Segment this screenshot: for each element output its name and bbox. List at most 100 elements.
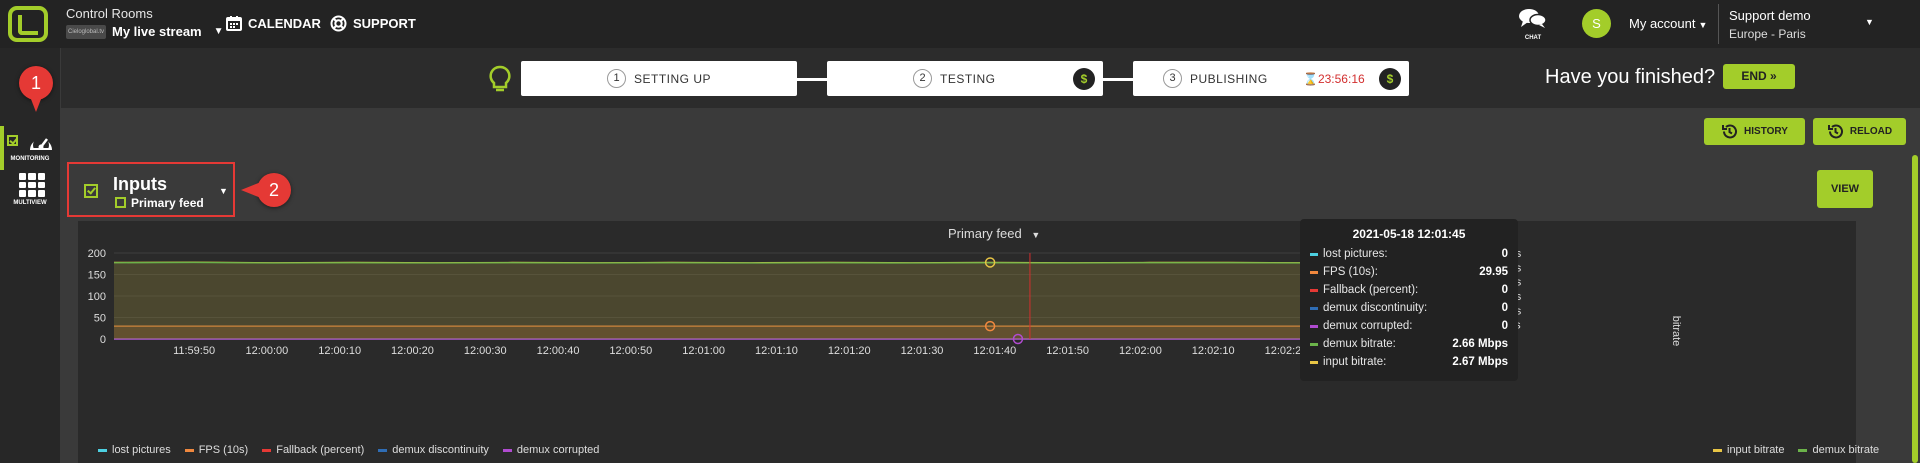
legend-label: demux corrupted: [516, 444, 600, 456]
step-connector: [1101, 78, 1133, 81]
feed-chart[interactable]: 2001501005003.0 Mbps2.5 Mbps2.0 Mbps1.5 …: [78, 221, 1856, 463]
chat-label: CHAT: [1524, 35, 1542, 41]
top-bar: Control Rooms Cieloglobal.tv My live str…: [0, 0, 1920, 48]
chevron-down-icon: ▼: [219, 186, 228, 196]
inputs-title: Inputs: [113, 174, 167, 194]
tooltip-value: 0: [1501, 302, 1508, 314]
step-connector: [796, 78, 828, 81]
legend-label: input bitrate: [1727, 444, 1785, 456]
view-button[interactable]: VIEW: [1817, 170, 1873, 208]
tooltip-row: lost pictures: 0: [1310, 245, 1508, 263]
legend-swatch: [262, 448, 272, 452]
tooltip-row: Fallback (percent): 0: [1310, 281, 1508, 299]
legend-swatch: [1310, 324, 1318, 328]
history-icon: [1722, 124, 1738, 139]
steps-bar: 1 SETTING UP 2 TESTING $ 3 PUBLISHING ⌛2…: [61, 48, 1920, 108]
grid-icon: [19, 173, 45, 197]
tooltip-row: demux discontinuity: 0: [1310, 299, 1508, 317]
chevrons-right-icon: »: [1770, 69, 1777, 83]
lightbulb-icon[interactable]: [485, 64, 515, 94]
rail-item-monitoring[interactable]: MONITORING: [0, 126, 60, 170]
tooltip-label: lost pictures:: [1323, 248, 1388, 260]
step-number: 3: [1163, 69, 1182, 88]
legend-swatch: [1310, 252, 1318, 256]
x-tick-label: 12:00:50: [609, 345, 652, 357]
history-label: HISTORY: [1744, 126, 1788, 137]
legend-swatch: [1798, 448, 1808, 452]
history-button[interactable]: HISTORY: [1704, 118, 1805, 145]
y-left-tick-label: 150: [88, 270, 106, 282]
checkbox-icon: [115, 197, 126, 208]
reload-icon: [1827, 124, 1843, 139]
x-tick-label: 12:01:30: [901, 345, 944, 357]
legend-swatch: [1310, 270, 1318, 274]
legend-label: FPS (10s): [198, 444, 249, 456]
legend-item[interactable]: demux discontinuity: [378, 444, 489, 456]
chevron-down-icon[interactable]: ▼: [1865, 17, 1874, 27]
end-label: END: [1741, 69, 1767, 83]
x-tick-label: 11:59:50: [173, 345, 215, 357]
legend-item[interactable]: FPS (10s): [184, 444, 249, 456]
divider: [1718, 4, 1719, 44]
legend-swatch: [184, 448, 194, 452]
x-tick-label: 12:00:40: [537, 345, 580, 357]
tooltip-value: 29.95: [1479, 266, 1508, 278]
x-tick-label: 12:00:00: [245, 345, 288, 357]
annotation-marker-1: 1: [19, 66, 53, 112]
x-tick-label: 12:01:40: [973, 345, 1016, 357]
tooltip-label: input bitrate:: [1323, 356, 1387, 368]
legend-item[interactable]: lost pictures: [98, 444, 171, 456]
nav-support[interactable]: SUPPORT: [330, 15, 416, 32]
calendar-icon: [226, 16, 242, 31]
nav-calendar[interactable]: CALENDAR: [226, 15, 321, 31]
x-tick-label: 12:00:10: [318, 345, 361, 357]
legend-item[interactable]: demux corrupted: [502, 444, 600, 456]
step-number: 1: [607, 69, 626, 88]
chart-panel: 2001501005003.0 Mbps2.5 Mbps2.0 Mbps1.5 …: [78, 221, 1856, 463]
step-label: TESTING: [940, 71, 996, 86]
dollar-icon: $: [1073, 68, 1095, 90]
account-menu[interactable]: My account ▼: [1629, 16, 1707, 31]
chat-icon: [1519, 9, 1547, 28]
legend-item[interactable]: demux bitrate: [1798, 444, 1879, 456]
y-left-tick-label: 100: [88, 291, 106, 303]
rail-item-multiview[interactable]: MULTIVIEW: [0, 172, 60, 216]
tooltip-value: 0: [1501, 248, 1508, 260]
step-label: PUBLISHING: [1190, 71, 1268, 86]
legend-swatch: [502, 448, 512, 452]
y-left-tick-label: 0: [100, 334, 106, 346]
hourglass-icon: ⌛: [1303, 72, 1318, 86]
tooltip-value: 0: [1501, 284, 1508, 296]
x-tick-label: 12:02:10: [1192, 345, 1235, 357]
chevron-down-icon: ▼: [213, 26, 224, 37]
legend-right: input bitrate demux bitrate: [1713, 444, 1879, 456]
nav-support-label: SUPPORT: [353, 16, 416, 31]
avatar[interactable]: S: [1582, 9, 1611, 38]
legend-swatch: [1310, 342, 1318, 346]
end-button[interactable]: END »: [1723, 64, 1795, 89]
step-testing[interactable]: 2 TESTING $: [827, 61, 1103, 96]
nav-calendar-label: CALENDAR: [248, 15, 321, 31]
reload-button[interactable]: RELOAD: [1813, 118, 1906, 145]
step-publishing[interactable]: 3 PUBLISHING ⌛23:56:16 $: [1133, 61, 1409, 96]
section-label: Control Rooms: [66, 6, 153, 21]
legend-swatch: [1310, 306, 1318, 310]
scrollbar[interactable]: [1912, 155, 1918, 463]
legend-label: demux bitrate: [1812, 444, 1880, 456]
org-name[interactable]: Support demo: [1729, 8, 1811, 23]
stream-selector[interactable]: Cieloglobal.tv My live stream ▼: [66, 24, 224, 39]
tooltip-row: demux bitrate: 2.66 Mbps: [1310, 335, 1508, 353]
y-right-axis-label: bitrate: [1670, 316, 1682, 347]
legend-item[interactable]: Fallback (percent): [262, 444, 364, 456]
rail-label-monitoring: MONITORING: [10, 156, 50, 162]
app-logo[interactable]: [8, 6, 48, 42]
step-setting-up[interactable]: 1 SETTING UP: [521, 61, 797, 96]
inputs-selector[interactable]: Inputs Primary feed ▼: [67, 162, 235, 217]
legend-label: Fallback (percent): [276, 444, 365, 456]
lifebuoy-icon: [330, 15, 347, 32]
legend-item[interactable]: input bitrate: [1713, 444, 1784, 456]
chat-button[interactable]: CHAT: [1518, 8, 1548, 41]
finished-question: Have you finished?: [1545, 66, 1716, 88]
chart-title-dropdown[interactable]: Primary feed ▼: [948, 226, 1040, 241]
tooltip-value: 2.66 Mbps: [1452, 338, 1508, 350]
